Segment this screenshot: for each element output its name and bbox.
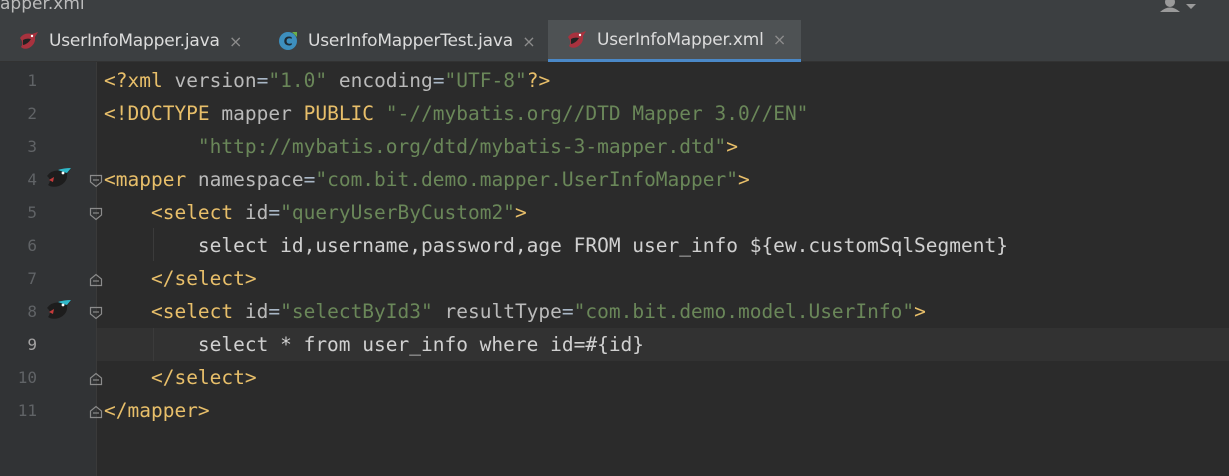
code-token: = bbox=[268, 300, 281, 323]
code-token: = bbox=[268, 201, 281, 224]
editor-tab-bar: UserInfoMapper.java × C UserInfoMapperTe… bbox=[0, 20, 1229, 62]
code-token: <!DOCTYPE bbox=[104, 102, 222, 125]
title-bar: apper.xml bbox=[0, 0, 1229, 20]
java-class-icon-letter: C bbox=[284, 35, 293, 49]
account-icon[interactable] bbox=[1156, 0, 1200, 12]
code-line[interactable]: <select id="queryUserByCustom2"> bbox=[104, 196, 527, 229]
code-token: = bbox=[303, 168, 316, 191]
line-number: 11 bbox=[17, 401, 37, 420]
code-line[interactable]: <mapper namespace="com.bit.demo.mapper.U… bbox=[104, 163, 750, 196]
line-number: 1 bbox=[27, 71, 37, 90]
line-number: 2 bbox=[27, 104, 37, 123]
code-token: "1.0" bbox=[268, 69, 328, 92]
line-number: 10 bbox=[17, 368, 37, 387]
tab-userinfomappertest-java[interactable]: C UserInfoMapperTest.java × bbox=[259, 20, 548, 62]
code-token: "http://mybatis.org/dtd/mybatis-3-mapper… bbox=[197, 135, 727, 158]
tab-label: UserInfoMapperTest.java bbox=[308, 31, 513, 51]
code-token: select id,username,password,age FROM use… bbox=[197, 234, 1008, 257]
code-token: "queryUserByCustom2" bbox=[280, 201, 515, 224]
close-icon[interactable]: × bbox=[228, 32, 244, 51]
fold-close-icon[interactable] bbox=[89, 272, 103, 287]
code-token: </select> bbox=[150, 267, 257, 290]
code-token: <?xml bbox=[104, 69, 175, 92]
code-token: encoding bbox=[338, 69, 433, 92]
close-icon[interactable]: × bbox=[772, 30, 788, 49]
code-line[interactable]: <?xml version="1.0" encoding="UTF-8"?> bbox=[104, 64, 550, 97]
code-token: > bbox=[914, 300, 926, 323]
code-token: id bbox=[244, 201, 269, 224]
code-line[interactable]: <!DOCTYPE mapper PUBLIC "-//mybatis.org/… bbox=[104, 97, 808, 130]
line-number: 8 bbox=[27, 302, 37, 321]
mybatis-bird-icon[interactable] bbox=[45, 299, 73, 321]
code-token: "com.bit.demo.mapper.UserInfoMapper" bbox=[315, 168, 738, 191]
fold-open-icon[interactable] bbox=[89, 173, 103, 188]
mybatis-bird-icon[interactable] bbox=[45, 167, 73, 189]
code-token: "-//mybatis.org//DTD Mapper 3.0//EN" bbox=[385, 102, 809, 125]
fold-close-icon[interactable] bbox=[89, 404, 103, 419]
code-token: id bbox=[244, 300, 269, 323]
code-token: "selectById3" bbox=[280, 300, 433, 323]
line-number: 6 bbox=[27, 236, 37, 255]
code-token: version bbox=[174, 69, 257, 92]
code-token: mapper bbox=[221, 102, 304, 125]
fold-open-icon[interactable] bbox=[89, 305, 103, 320]
mybatis-bird-icon bbox=[18, 30, 40, 52]
close-icon[interactable]: × bbox=[521, 32, 537, 51]
tab-userinfomapper-xml[interactable]: UserInfoMapper.xml × bbox=[548, 20, 801, 62]
code-token: namespace bbox=[197, 168, 304, 191]
line-number: 4 bbox=[27, 170, 37, 189]
code-token: ?> bbox=[526, 69, 551, 92]
code-token: > bbox=[726, 135, 738, 158]
code-line[interactable]: </select> bbox=[104, 361, 257, 394]
code-line[interactable]: </mapper> bbox=[104, 394, 210, 427]
code-token: </select> bbox=[150, 366, 257, 389]
line-number: 7 bbox=[27, 269, 37, 288]
java-class-icon: C bbox=[277, 30, 299, 52]
code-token: </mapper> bbox=[104, 399, 210, 422]
line-number: 9 bbox=[27, 335, 37, 354]
code-token: <select bbox=[150, 300, 245, 323]
tab-userinfomapper-java[interactable]: UserInfoMapper.java × bbox=[0, 20, 259, 62]
code-token: <mapper bbox=[104, 168, 198, 191]
fold-close-icon[interactable] bbox=[89, 371, 103, 386]
code-token: = bbox=[432, 69, 445, 92]
code-line[interactable]: <select id="selectById3" resultType="com… bbox=[104, 295, 926, 328]
code-token: > bbox=[514, 201, 527, 224]
code-line[interactable]: "http://mybatis.org/dtd/mybatis-3-mapper… bbox=[104, 130, 738, 163]
code-token: "UTF-8" bbox=[444, 69, 527, 92]
code-token: PUBLIC bbox=[303, 102, 386, 125]
window-title: apper.xml bbox=[0, 0, 85, 14]
mybatis-bird-icon bbox=[566, 29, 588, 51]
code-line[interactable]: select * from user_info where id=#{id} bbox=[104, 328, 644, 361]
code-line[interactable]: select id,username,password,age FROM use… bbox=[104, 229, 1008, 262]
code-line[interactable]: </select> bbox=[104, 262, 257, 295]
code-token: <select bbox=[150, 201, 245, 224]
fold-open-icon[interactable] bbox=[89, 206, 103, 221]
line-number: 3 bbox=[27, 137, 37, 156]
code-token: = bbox=[561, 300, 574, 323]
tab-label: UserInfoMapper.xml bbox=[597, 29, 764, 50]
code-token: = bbox=[256, 69, 269, 92]
line-number: 5 bbox=[27, 203, 37, 222]
tab-label: UserInfoMapper.java bbox=[49, 31, 220, 51]
code-token: > bbox=[737, 168, 750, 191]
code-token: "com.bit.demo.model.UserInfo" bbox=[573, 300, 915, 323]
code-token: resultType bbox=[444, 300, 562, 323]
code-token: select * from user_info where id=#{id} bbox=[197, 333, 645, 356]
